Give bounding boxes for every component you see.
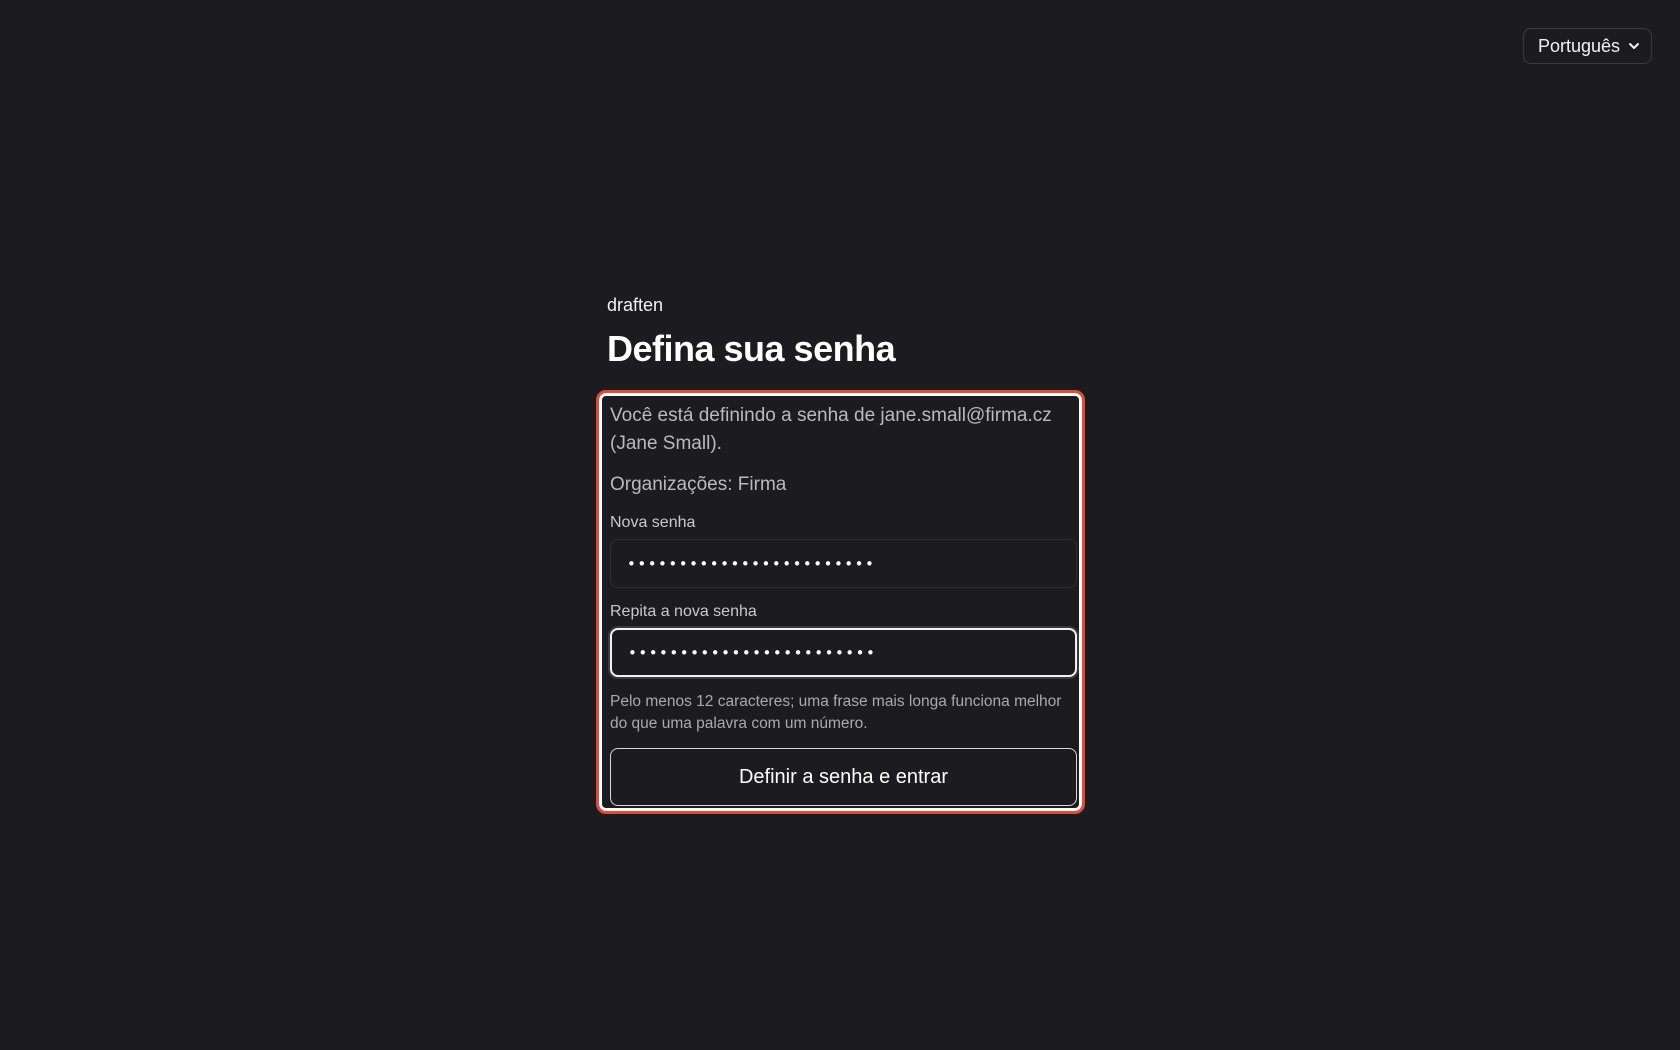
intro-text: Você está definindo a senha de jane.smal… (610, 405, 1052, 454)
new-password-label: Nova senha (610, 514, 696, 531)
language-select-value: Português (1538, 35, 1621, 56)
repeat-password-label: Repita a nova senha (610, 603, 757, 620)
page-title: Defina sua senha (607, 328, 896, 369)
repeat-password-input[interactable]: •••••••••••••••••••••••• (610, 628, 1077, 677)
new-password-input[interactable]: •••••••••••••••••••••••• (610, 539, 1077, 588)
organizations-text: Organizações: Firma (610, 474, 787, 495)
password-form: Você está definindo a senha de jane.smal… (596, 390, 1085, 814)
brand-name: draften (607, 295, 664, 315)
submit-button[interactable]: Definir a senha e entrar (610, 748, 1077, 806)
page-header: draften Defina sua senha (607, 290, 1074, 374)
chevron-down-icon (1629, 43, 1639, 49)
password-hint: Pelo menos 12 caracteres; uma frase mais… (610, 693, 1062, 732)
language-select[interactable]: Português (1523, 28, 1652, 64)
